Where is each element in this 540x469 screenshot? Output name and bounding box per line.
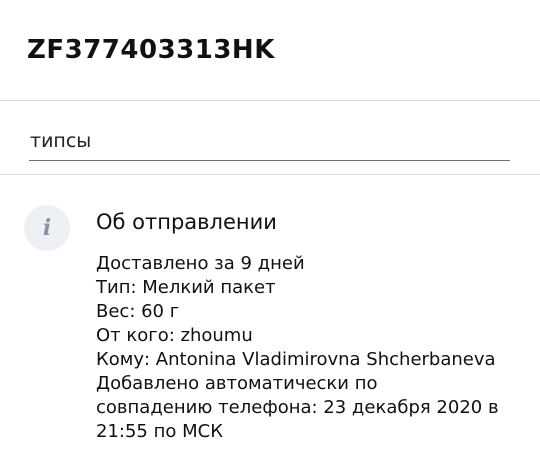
info-type: Тип: Мелкий пакет [96,277,276,298]
tracking-number: ZF377403313HK [27,35,275,65]
info-sender: От кого: zhoumu [96,325,253,346]
header: ZF377403313HK [0,0,540,101]
note-input[interactable] [29,127,510,161]
info-added-line-3: 21:55 по МСК [96,421,223,442]
info-recipient: Кому: Antonina Vladimirovna Shcherbaneva [96,349,496,370]
info-details: Доставлено за 9 дней Тип: Мелкий пакет В… [96,252,526,444]
info-title: Об отправлении [96,210,277,234]
info-added-line-2: совпадению телефона: 23 декабря 2020 в [96,397,499,418]
info-weight: Вес: 60 г [96,301,180,322]
info-added-line-1: Добавлено автоматически по [96,373,378,394]
info-delivered: Доставлено за 9 дней [96,253,305,274]
shipment-info: i Об отправлении Доставлено за 9 дней Ти… [0,176,540,469]
note-section [0,101,540,175]
info-icon: i [24,205,70,251]
